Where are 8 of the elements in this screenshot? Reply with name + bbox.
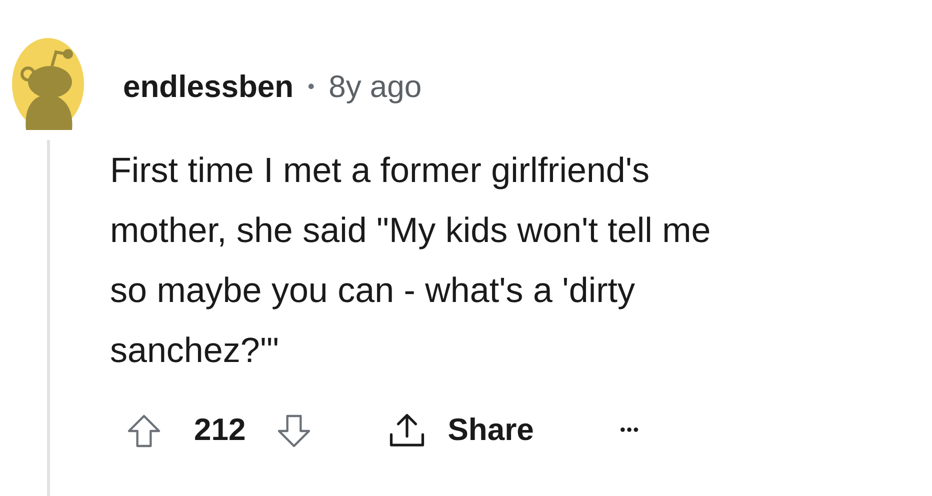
avatar-icon (12, 38, 84, 130)
share-button[interactable]: Share (386, 407, 534, 454)
separator: • (308, 75, 315, 100)
comment-text: First time I met a former girlfriend's mother, she said "My kids won't tell me so maybe you can - what's a 'dirty sanchez?'" (110, 150, 711, 372)
vote-count: 212 (194, 411, 246, 450)
timestamp: 8y ago (328, 68, 422, 106)
username[interactable]: endlessben (123, 64, 294, 110)
more-options-button[interactable]: ••• (620, 418, 640, 442)
